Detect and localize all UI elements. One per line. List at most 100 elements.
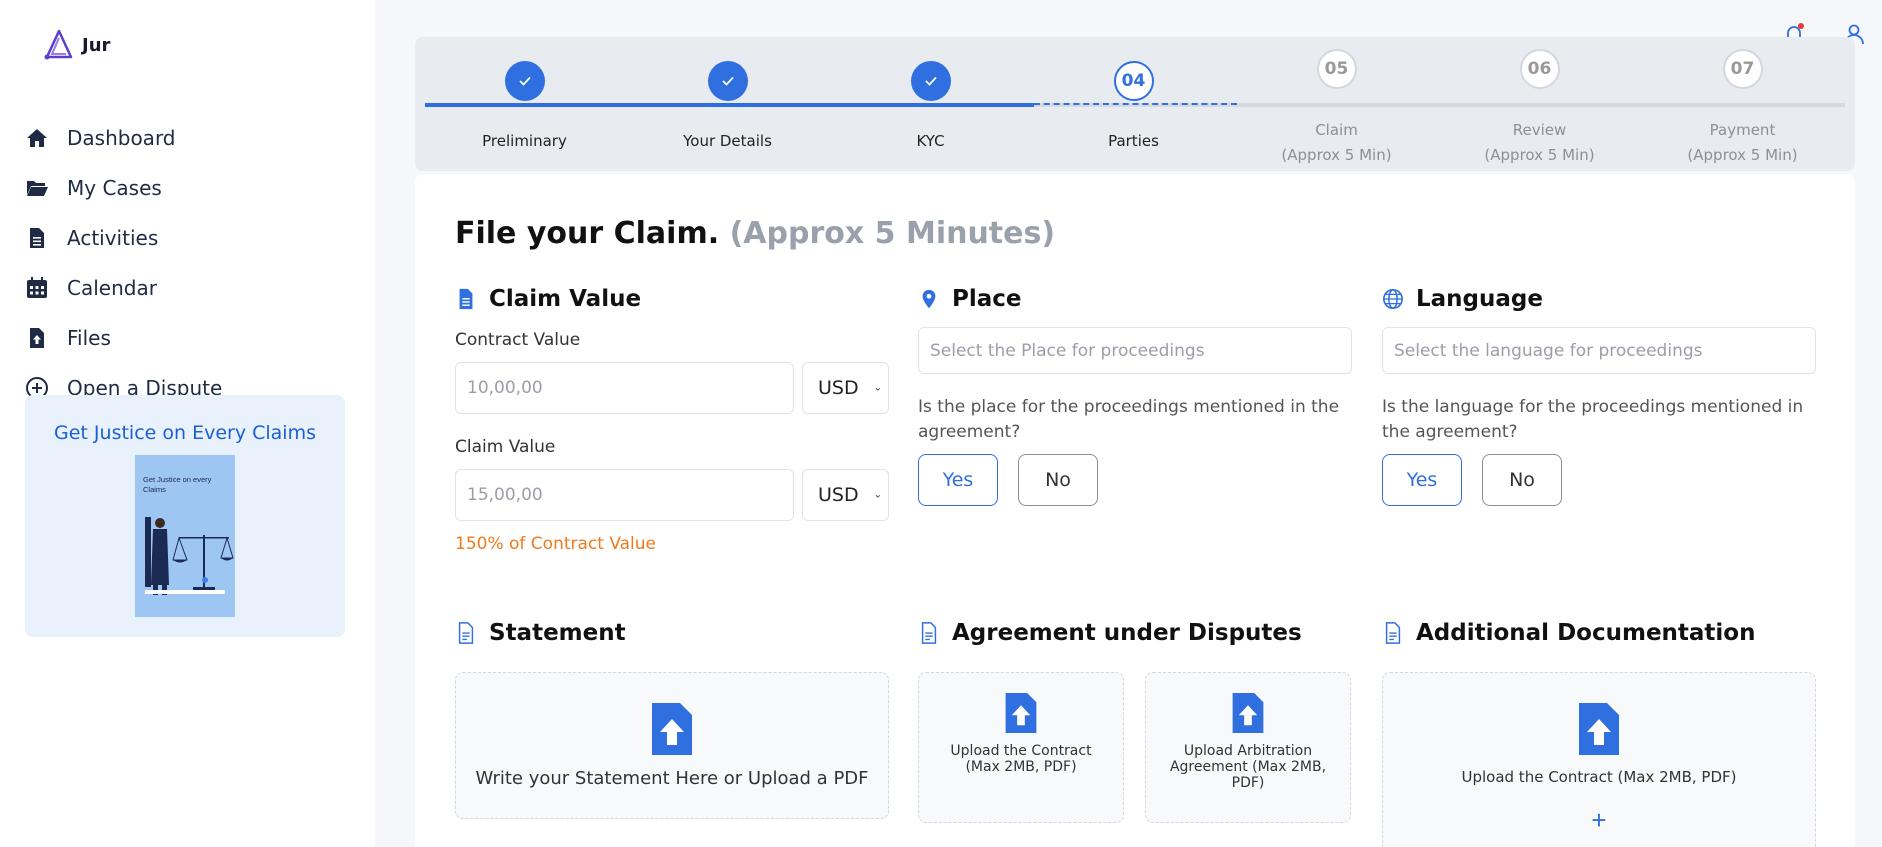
step-label: Your Details [683, 132, 772, 150]
page-title-text: File your Claim. [455, 216, 720, 251]
arbitration-drop-zone[interactable]: Upload Arbitration Agreement (Max 2MB, P… [1145, 672, 1351, 823]
section-title: Statement [489, 620, 626, 646]
jur-logo-icon [44, 29, 73, 60]
chevron-down-icon: ⌄ [873, 489, 882, 501]
claim-value-input[interactable]: 15,00,00 [455, 469, 794, 521]
sidebar-item-label: Dashboard [67, 126, 176, 150]
step-title: Claim [1315, 121, 1358, 139]
statement-heading: Statement [455, 620, 626, 646]
check-icon [504, 61, 545, 101]
step-label: KYC [916, 132, 945, 150]
claim-value-heading: Claim Value [455, 286, 641, 312]
sidebar-item-calendar[interactable]: Calendar [25, 263, 222, 313]
step-label: Claim (Approx 5 Min) [1235, 118, 1438, 168]
currency-value: USD [818, 377, 859, 399]
file-upload-icon [1232, 693, 1264, 733]
step-number: 07 [1722, 49, 1763, 89]
section-title: Claim Value [489, 286, 642, 312]
section-title: Agreement under Disputes [952, 620, 1302, 646]
step-number: 04 [1113, 61, 1154, 101]
place-no-button[interactable]: No [1018, 454, 1098, 506]
section-title: Additional Documentation [1416, 620, 1756, 646]
progress-stepper: Preliminary Your Details KYC 04 Parties … [415, 37, 1855, 171]
additional-docs-heading: Additional Documentation [1382, 620, 1756, 646]
step-label: Parties [1108, 132, 1159, 150]
additional-docs-drop-zone[interactable]: Upload the Contract (Max 2MB, PDF) + [1382, 672, 1816, 847]
drop-zone-text: Upload the Contract (Max 2MB, PDF) [1461, 768, 1737, 786]
folder-open-icon [27, 181, 48, 196]
justice-scale-icon [145, 517, 234, 595]
language-yes-button[interactable]: Yes [1382, 454, 1462, 506]
agreement-heading: Agreement under Disputes [918, 620, 1302, 646]
contract-value-label: Contract Value [455, 330, 581, 350]
file-upload-icon [652, 703, 692, 755]
step-duration: (Approx 5 Min) [1687, 146, 1798, 164]
sidebar-item-label: Calendar [67, 276, 157, 300]
place-yes-button[interactable]: Yes [918, 454, 998, 506]
section-title: Place [952, 286, 1022, 312]
drop-zone-text: Write your Statement Here or Upload a PD… [475, 768, 869, 789]
chevron-down-icon: ⌄ [873, 382, 882, 394]
page-subtitle: (Approx 5 Minutes) [729, 216, 1056, 251]
language-heading: Language [1382, 286, 1543, 312]
step-label: Preliminary [482, 132, 567, 150]
language-question: Is the language for the proceedings ment… [1382, 397, 1804, 442]
app-name: Jur [82, 34, 111, 56]
step-duration: (Approx 5 Min) [1281, 146, 1392, 164]
home-icon [27, 129, 47, 147]
document-outline-icon [921, 622, 937, 644]
step-title: Review [1512, 121, 1567, 139]
file-upload-icon [1579, 703, 1619, 755]
promo-title: Get Justice on Every Claims [54, 422, 316, 444]
contract-currency-select[interactable]: USD ⌄ [802, 362, 889, 414]
contract-drop-zone[interactable]: Upload the Contract (Max 2MB, PDF) [918, 672, 1124, 823]
claim-currency-select[interactable]: USD ⌄ [802, 469, 889, 521]
step-duration: (Approx 5 Min) [1484, 146, 1595, 164]
globe-icon [1383, 289, 1403, 309]
drop-zone-text: Upload the Contract (Max 2MB, PDF) [950, 743, 1092, 775]
language-no-button[interactable]: No [1482, 454, 1562, 506]
step-label: Payment (Approx 5 Min) [1641, 118, 1844, 168]
claim-value-label: Claim Value [455, 437, 556, 457]
check-icon [910, 61, 951, 101]
calendar-icon [27, 277, 47, 298]
claim-form-card: File your Claim. (Approx 5 Minutes) Clai… [415, 174, 1855, 847]
check-icon [707, 61, 748, 101]
claim-value-hint: 150% of Contract Value [455, 534, 657, 554]
add-document-button[interactable]: + [1591, 805, 1606, 836]
drop-zone-text: Upload Arbitration Agreement (Max 2MB, P… [1169, 743, 1327, 791]
stepper-track-done [425, 103, 1034, 107]
statement-drop-zone[interactable]: Write your Statement Here or Upload a PD… [455, 672, 889, 819]
place-question: Is the place for the proceedings mention… [918, 397, 1340, 442]
stepper-track-current [1034, 103, 1237, 105]
promo-card[interactable]: Get Justice on Every Claims Get Justice … [25, 395, 345, 637]
sidebar: Jur Dashboard My Cases Activities Calend… [0, 0, 375, 847]
document-icon [30, 228, 44, 248]
document-outline-icon [1385, 622, 1401, 644]
document-outline-icon [458, 622, 474, 644]
sidebar-item-label: Files [67, 326, 111, 350]
step-title: Payment [1709, 121, 1776, 139]
notification-dot [1798, 23, 1804, 29]
sidebar-item-dashboard[interactable]: Dashboard [25, 113, 222, 163]
language-select[interactable]: Select the language for proceedings [1382, 327, 1816, 374]
sidebar-item-activities[interactable]: Activities [25, 213, 222, 263]
logo[interactable]: Jur [42, 28, 110, 62]
step-label: Review (Approx 5 Min) [1438, 118, 1641, 168]
step-number: 05 [1316, 49, 1357, 89]
sidebar-nav: Dashboard My Cases Activities Calendar F… [25, 113, 222, 413]
page-title: File your Claim. (Approx 5 Minutes) [455, 216, 1055, 251]
location-pin-icon [922, 289, 936, 309]
promo-illustration: Get Justice on every Claims [135, 455, 235, 617]
currency-value: USD [818, 484, 859, 506]
sidebar-item-label: My Cases [67, 176, 162, 200]
place-select[interactable]: Select the Place for proceedings [918, 327, 1352, 374]
file-upload-icon [30, 328, 44, 348]
stepper-track [425, 103, 1845, 107]
contract-value-input[interactable]: 10,00,00 [455, 362, 794, 414]
document-icon [459, 288, 473, 310]
sidebar-item-my-cases[interactable]: My Cases [25, 163, 222, 213]
sidebar-item-files[interactable]: Files [25, 313, 222, 363]
place-heading: Place [918, 286, 1022, 312]
file-upload-icon [1005, 693, 1037, 733]
